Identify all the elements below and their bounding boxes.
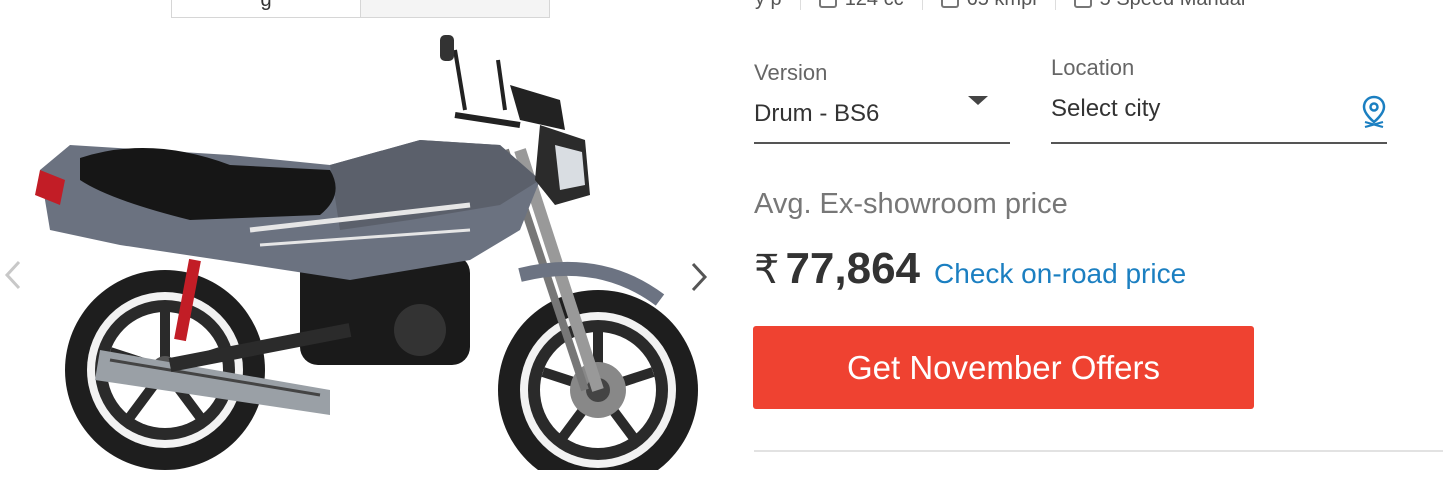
version-select[interactable]: Version Drum - BS6 [754, 60, 1010, 144]
caret-down-icon [968, 96, 988, 105]
spec-gearbox: 5 Speed Manual [1073, 0, 1246, 11]
avg-price-label: Avg. Ex-showroom price [754, 188, 1068, 220]
gallery-prev-button[interactable] [2, 258, 24, 292]
divider [799, 0, 801, 10]
location-label: Location [1051, 55, 1135, 80]
spec-engine: 124 cc [818, 0, 904, 11]
top-tabs: g [171, 0, 550, 18]
spec-strip: y p 124 cc 65 kmpl 5 Speed Manual [755, 0, 1245, 10]
price-amount: 77,864 [785, 244, 921, 293]
location-input[interactable]: Location Select city [1051, 55, 1387, 144]
divider [754, 450, 1443, 452]
version-value: Drum - BS6 [754, 100, 880, 127]
location-pin-icon[interactable] [1361, 95, 1387, 129]
chevron-right-icon [691, 262, 708, 292]
tab-2[interactable] [361, 0, 549, 17]
divider [921, 0, 923, 10]
chevron-left-icon [4, 260, 21, 290]
on-road-price-link[interactable]: Check on-road price [934, 258, 1186, 290]
tab-1[interactable]: g [172, 0, 361, 17]
location-value: Select city [1051, 95, 1161, 122]
divider [1054, 0, 1056, 10]
motorcycle-image[interactable] [0, 30, 730, 470]
currency-symbol: ₹ [754, 248, 780, 292]
gear-icon [1073, 0, 1092, 9]
engine-icon [818, 0, 837, 9]
gallery-next-button[interactable] [688, 260, 710, 294]
get-offers-button[interactable]: Get November Offers [753, 326, 1254, 409]
spec-engine-text: 124 cc [845, 0, 904, 10]
spec-mileage-text: 65 kmpl [967, 0, 1037, 10]
image-gallery [0, 30, 730, 470]
spec-partial: y p [755, 0, 782, 11]
spec-mileage: 65 kmpl [940, 0, 1037, 11]
version-label: Version [754, 60, 828, 85]
tab-label: g [260, 0, 272, 11]
price-row: ₹ 77,864 Check on-road price [754, 244, 1186, 294]
mileage-icon [940, 0, 959, 9]
spec-gearbox-text: 5 Speed Manual [1100, 0, 1246, 10]
